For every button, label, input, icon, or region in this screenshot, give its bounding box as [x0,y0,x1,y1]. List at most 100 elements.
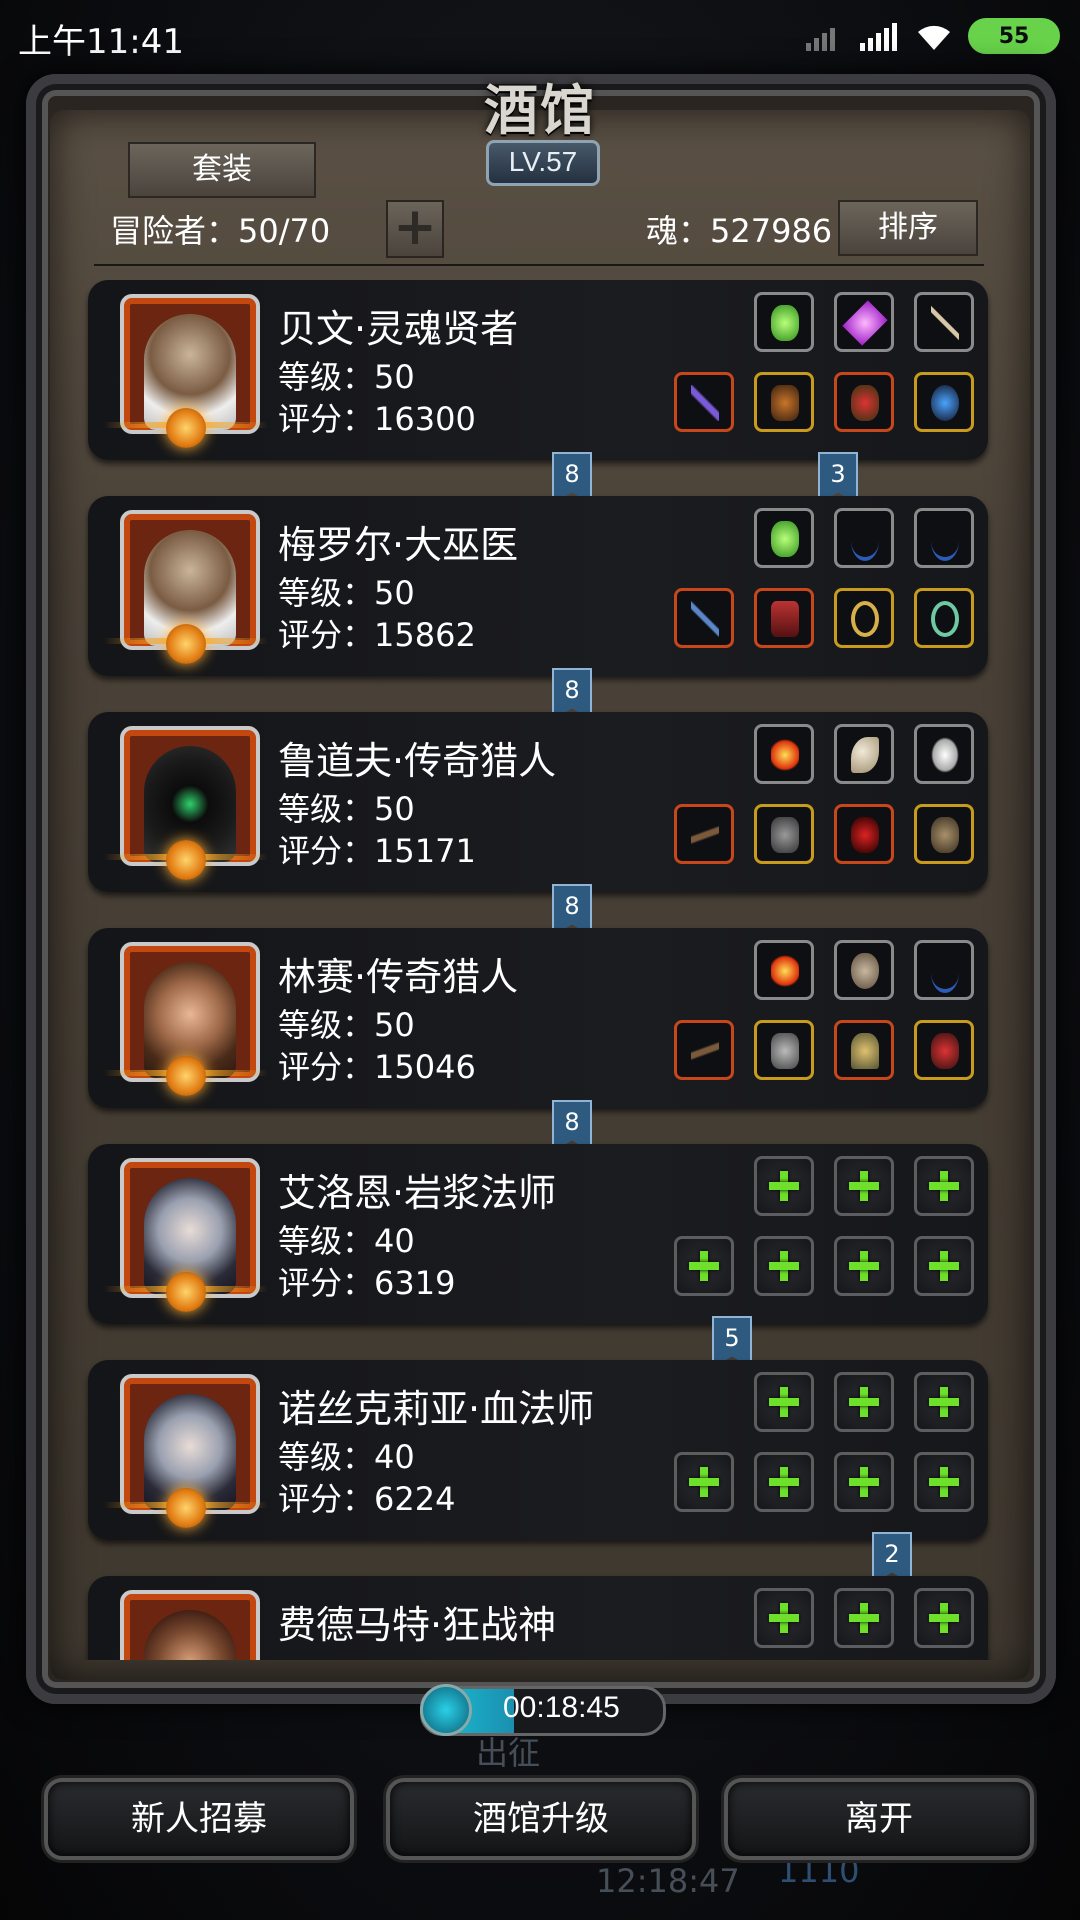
equip-slot-fire-orb[interactable] [754,940,814,1000]
equip-slot-bow[interactable] [914,508,974,568]
equip-slot-scepter[interactable] [674,588,734,648]
empty-slot-add-icon[interactable] [834,1452,894,1512]
title-plate: 酒馆 [440,66,640,146]
hero-level: 等级：50 [278,574,415,612]
tavern-level-badge: LV.57 [486,140,600,186]
empty-slot-add-icon[interactable] [834,1372,894,1432]
hero-card[interactable]: 艾洛恩·岩浆法师 等级：40 评分：6319 [88,1144,988,1324]
empty-slot-add-icon[interactable] [914,1372,974,1432]
empty-slot-add-icon[interactable] [754,1156,814,1216]
leave-button[interactable]: 离开 [724,1778,1034,1860]
add-adventurer-button[interactable]: + [386,200,444,258]
equip-slot-armor[interactable] [754,804,814,864]
equip-slot-shield[interactable] [834,940,894,1000]
equip-slot-ring[interactable] [834,588,894,648]
empty-slot-add-icon[interactable] [674,1236,734,1296]
signal-off-icon [806,28,835,51]
equip-slot-feather[interactable] [914,724,974,784]
hero-score: 评分：15171 [278,832,476,870]
equip-slot-rifle[interactable] [674,1020,734,1080]
status-time: 上午11:41 [18,22,184,62]
equip-slot-armor[interactable] [754,1020,814,1080]
hero-card[interactable]: 林赛·传奇猎人 等级：50 评分：15046 [88,928,988,1108]
equip-slot-helm[interactable] [834,372,894,432]
equip-slot-gloves[interactable] [914,804,974,864]
battery-indicator: 55 [968,18,1060,54]
hero-level: 等级：40 [278,1438,415,1476]
rank-emblem-icon [166,1488,206,1528]
hero-portrait [120,1590,260,1660]
tavern-upgrade-button[interactable]: 酒馆升级 [386,1778,696,1860]
hero-level: 等级：50 [278,1006,415,1044]
equip-slot-rifle[interactable] [674,804,734,864]
hero-card[interactable]: 诺丝克莉亚·血法师 等级：40 评分：6224 [88,1360,988,1540]
hero-list[interactable]: 贝文·灵魂贤者 等级：50 评分：16300 8 3 梅罗尔·大巫医 等级：50… [80,280,1000,1660]
equip-slot-tooth[interactable] [834,724,894,784]
equip-slot-fire-orb[interactable] [754,724,814,784]
equip-slot-robe[interactable] [754,588,814,648]
rank-emblem-icon [166,840,206,880]
equip-slot-ring[interactable] [914,588,974,648]
empty-slot-add-icon[interactable] [914,1236,974,1296]
page-title: 酒馆 [484,78,596,142]
hero-name: 林赛·传奇猎人 [278,955,519,999]
empty-slot-add-icon[interactable] [914,1156,974,1216]
equip-slot-staff[interactable] [914,292,974,352]
hero-score: 评分：15862 [278,616,476,654]
equip-slot-green-gem[interactable] [754,508,814,568]
empty-slot-add-icon[interactable] [754,1452,814,1512]
equip-slot-helm[interactable] [834,1020,894,1080]
hero-level: 等级：50 [278,790,415,828]
status-bar: 上午11:41 55 [0,0,1080,72]
hero-name: 费德马特·狂战神 [278,1603,557,1647]
soul-count: 魂：527986 [646,212,833,250]
hero-name: 鲁道夫·传奇猎人 [278,739,557,783]
hero-card[interactable]: 梅罗尔·大巫医 等级：50 评分：15862 [88,496,988,676]
empty-slot-add-icon[interactable] [674,1452,734,1512]
rank-emblem-icon [166,408,206,448]
hero-card[interactable]: 费德马特·狂战神 [88,1576,988,1660]
hero-name: 艾洛恩·岩浆法师 [278,1171,557,1215]
status-icons: 55 [806,16,1060,56]
equip-slot-weapon[interactable] [674,372,734,432]
hero-name: 梅罗尔·大巫医 [278,523,519,567]
empty-slot-add-icon[interactable] [914,1588,974,1648]
rank-emblem-icon [166,624,206,664]
rank-emblem-icon [166,1272,206,1312]
hero-level: 等级：50 [278,358,415,396]
equip-slot-gloves[interactable] [914,1020,974,1080]
empty-slot-add-icon[interactable] [754,1236,814,1296]
hero-score: 评分：15046 [278,1048,476,1086]
hero-card[interactable]: 鲁道夫·传奇猎人 等级：50 评分：15171 [88,712,988,892]
equip-slot-purple-gem[interactable] [834,292,894,352]
rank-emblem-icon [166,1056,206,1096]
header-divider [94,264,984,266]
recruit-button[interactable]: 新人招募 [44,1778,354,1860]
hero-score: 评分：16300 [278,400,476,438]
suit-button[interactable]: 套装 [128,142,316,198]
hero-level: 等级：40 [278,1222,415,1260]
hero-name: 诺丝克莉亚·血法师 [278,1387,595,1431]
empty-slot-add-icon[interactable] [914,1452,974,1512]
equip-slot-green-gem[interactable] [754,292,814,352]
equip-slot-armor[interactable] [754,372,814,432]
equip-slot-bow[interactable] [914,940,974,1000]
background-time: 12:18:47 [596,1862,740,1900]
hero-score: 评分：6319 [278,1264,456,1302]
hero-name: 贝文·灵魂贤者 [278,307,519,351]
empty-slot-add-icon[interactable] [834,1236,894,1296]
hero-score: 评分：6224 [278,1480,456,1518]
clock-icon [420,1684,472,1736]
empty-slot-add-icon[interactable] [834,1156,894,1216]
empty-slot-add-icon[interactable] [754,1588,814,1648]
empty-slot-add-icon[interactable] [754,1372,814,1432]
equip-slot-bow[interactable] [834,508,894,568]
sort-button[interactable]: 排序 [838,200,978,256]
empty-slot-add-icon[interactable] [834,1588,894,1648]
equip-slot-helm[interactable] [834,804,894,864]
equip-slot-amulet[interactable] [914,372,974,432]
signal-icon [860,23,897,51]
hero-card[interactable]: 贝文·灵魂贤者 等级：50 评分：16300 [88,280,988,460]
wifi-icon [918,25,950,50]
adventurer-count: 冒险者：50/70 [110,212,331,250]
